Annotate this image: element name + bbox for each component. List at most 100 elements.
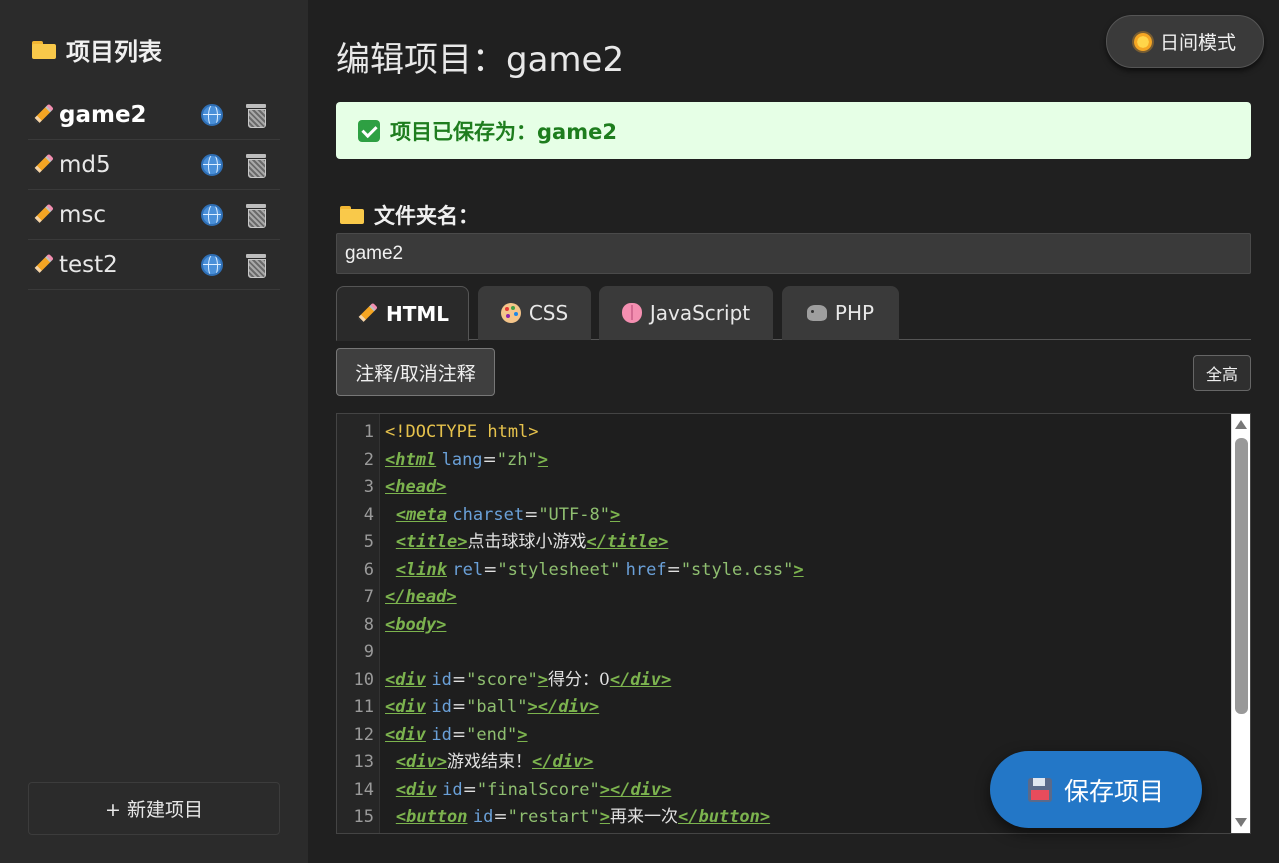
- code-token: =: [493, 807, 508, 827]
- line-code[interactable]: </head>: [385, 584, 457, 612]
- line-code[interactable]: <!DOCTYPE html>: [385, 419, 539, 447]
- trash-icon[interactable]: [246, 154, 266, 178]
- folder-name-label-text: 文件夹名：: [374, 204, 479, 228]
- code-token: ></div>: [599, 779, 672, 800]
- code-token: <body>: [385, 614, 447, 635]
- editor-scrollbar[interactable]: [1231, 414, 1250, 833]
- code-line[interactable]: 5 <title>点击球球小游戏</title>: [337, 529, 1232, 557]
- line-code[interactable]: <div>游戏结束！</div>: [385, 749, 594, 777]
- code-line[interactable]: 10 <div id="score">得分：0</div>: [337, 667, 1232, 695]
- trash-icon[interactable]: [246, 104, 266, 128]
- code-token: <html: [385, 449, 437, 470]
- tab-label: CSS: [528, 301, 569, 325]
- code-token: "score": [466, 669, 538, 690]
- trash-icon[interactable]: [246, 254, 266, 278]
- code-token: "finalScore": [476, 779, 600, 800]
- line-number: 1: [363, 422, 374, 442]
- tab-html[interactable]: HTML: [336, 286, 469, 341]
- line-code[interactable]: <div id="end">: [385, 722, 528, 750]
- code-line[interactable]: 3 <head>: [337, 474, 1232, 502]
- code-token: =: [483, 559, 498, 580]
- project-name[interactable]: md5: [59, 152, 111, 178]
- globe-icon[interactable]: [201, 104, 223, 126]
- pencil-icon[interactable]: [32, 104, 54, 126]
- code-token: "restart": [507, 807, 600, 827]
- globe-icon[interactable]: [201, 154, 223, 176]
- code-token: >: [609, 504, 621, 525]
- success-alert: 项目已保存为：game2: [336, 102, 1251, 159]
- project-item-msc[interactable]: msc: [28, 190, 280, 240]
- theme-toggle-label: 日间模式: [1159, 32, 1236, 54]
- code-token: =: [451, 724, 467, 745]
- line-code[interactable]: <div id="score">得分：0</div>: [385, 667, 671, 695]
- code-token: </title>: [586, 532, 669, 552]
- save-project-button[interactable]: 保存项目: [990, 751, 1202, 828]
- floppy-disk-icon: [1027, 777, 1052, 802]
- pencil-icon[interactable]: [32, 204, 54, 226]
- code-line[interactable]: 1 <!DOCTYPE html>: [337, 419, 1232, 447]
- trash-icon[interactable]: [246, 204, 266, 228]
- line-number: 11: [353, 697, 374, 717]
- toggle-comment-button[interactable]: 注释/取消注释: [336, 348, 495, 396]
- code-token: <div: [385, 697, 426, 717]
- code-line[interactable]: 2 <html lang="zh">: [337, 447, 1232, 475]
- new-project-button[interactable]: + 新建项目: [28, 782, 280, 835]
- code-token: >: [517, 724, 528, 745]
- scroll-up-arrow-icon[interactable]: [1235, 420, 1247, 429]
- project-item-test2[interactable]: test2: [28, 240, 280, 290]
- code-token: <head>: [385, 477, 447, 497]
- sun-icon: [1133, 32, 1152, 51]
- line-code[interactable]: <html lang="zh">: [385, 447, 548, 475]
- line-code[interactable]: <head>: [385, 474, 446, 502]
- line-code[interactable]: <link rel="stylesheet" href="style.css">: [385, 557, 804, 585]
- line-number: 10: [353, 669, 374, 690]
- scroll-down-arrow-icon[interactable]: [1235, 818, 1247, 827]
- globe-icon[interactable]: [201, 254, 223, 276]
- code-token: 点击球球小游戏: [467, 532, 587, 552]
- pencil-icon[interactable]: [32, 254, 54, 276]
- folder-name-input[interactable]: [336, 233, 1251, 274]
- project-name[interactable]: game2: [59, 102, 147, 128]
- project-name[interactable]: test2: [59, 252, 118, 278]
- code-token: "ball": [466, 697, 528, 717]
- code-token: id: [431, 697, 452, 717]
- project-item-md5[interactable]: md5: [28, 140, 280, 190]
- code-token: ></div>: [527, 697, 600, 717]
- code-token: lang: [441, 449, 483, 470]
- tab-javascript[interactable]: JavaScript: [599, 286, 773, 340]
- theme-toggle-button[interactable]: 日间模式: [1106, 15, 1264, 68]
- project-name[interactable]: msc: [59, 202, 106, 228]
- check-icon: [358, 119, 380, 142]
- success-message: 项目已保存为：game2: [390, 119, 617, 144]
- line-code[interactable]: <div id="finalScore"></div>: [385, 777, 672, 805]
- tab-php[interactable]: PHP: [782, 286, 899, 340]
- code-line[interactable]: 12 <div id="end">: [337, 722, 1232, 750]
- line-code[interactable]: <body>: [385, 612, 446, 640]
- tab-label: HTML: [385, 301, 450, 326]
- code-token: </button>: [677, 807, 771, 827]
- full-height-button[interactable]: 全高: [1193, 355, 1251, 391]
- line-code[interactable]: <div id="ball"></div>: [385, 694, 599, 722]
- line-number: 13: [353, 752, 374, 772]
- tab-css[interactable]: CSS: [478, 286, 591, 340]
- code-token: "stylesheet": [497, 559, 621, 580]
- code-token: "zh": [496, 449, 538, 470]
- scroll-thumb[interactable]: [1235, 438, 1248, 714]
- code-token: </head>: [385, 587, 457, 607]
- code-line[interactable]: 8 <body>: [337, 612, 1232, 640]
- code-token: id: [431, 669, 452, 690]
- code-line[interactable]: 4 <meta charset="UTF-8">: [337, 502, 1232, 530]
- pencil-icon[interactable]: [32, 154, 54, 176]
- code-line[interactable]: 9: [337, 639, 1232, 667]
- globe-icon[interactable]: [201, 204, 223, 226]
- code-line[interactable]: 11 <div id="ball"></div>: [337, 694, 1232, 722]
- code-line[interactable]: 7 </head>: [337, 584, 1232, 612]
- code-line[interactable]: 6 <link rel="stylesheet" href="style.css…: [337, 557, 1232, 585]
- line-code[interactable]: <meta charset="UTF-8">: [385, 502, 620, 530]
- line-code[interactable]: <title>点击球球小游戏</title>: [385, 529, 669, 557]
- line-code[interactable]: <button id="restart">再来一次</button>: [385, 804, 770, 832]
- project-item-game2[interactable]: game2: [28, 90, 280, 140]
